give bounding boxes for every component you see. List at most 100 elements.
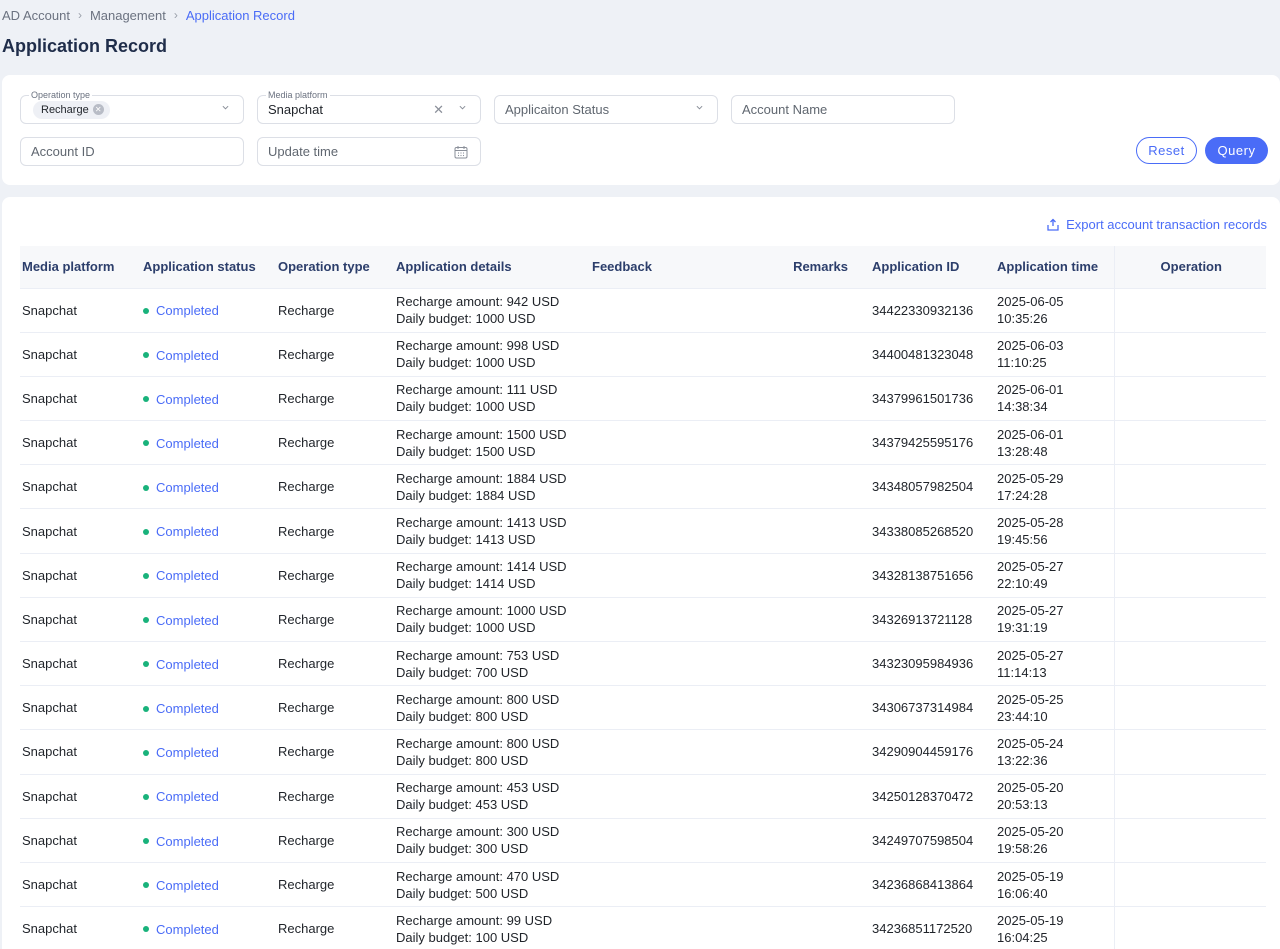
update-time-placeholder: Update time xyxy=(268,144,339,159)
calendar-icon xyxy=(454,146,468,159)
operation-type-select[interactable]: Operation type Recharge ✕ xyxy=(20,89,244,124)
column-header: Remarks xyxy=(710,246,870,289)
status-dot-icon xyxy=(143,484,149,491)
recharge-amount: Recharge amount: 300 USD xyxy=(396,824,560,840)
column-header: Application details xyxy=(394,246,590,289)
application-id-cell: 34400481323048 xyxy=(870,332,995,377)
operation-cell xyxy=(1113,420,1266,466)
recharge-amount: Recharge amount: 800 USD xyxy=(396,691,560,707)
update-time-picker[interactable]: Update time xyxy=(257,137,481,166)
application-details-cell: Recharge amount: 800 USD Daily budget: 80… xyxy=(394,729,590,775)
feedback-cell xyxy=(590,420,710,466)
status-cell: Completed xyxy=(141,464,276,510)
operation-type-tag-label: Recharge xyxy=(41,103,89,116)
status-label: Completed xyxy=(156,347,219,363)
remarks-cell xyxy=(710,641,870,687)
daily-budget: Daily budget: 1414 USD xyxy=(396,576,536,592)
operation-type-cell: Recharge xyxy=(276,641,394,687)
status-badge: Completed xyxy=(143,788,219,805)
status-label: Completed xyxy=(156,435,219,451)
feedback-cell xyxy=(590,288,710,333)
platform-cell: Snapchat xyxy=(20,464,141,510)
status-dot-icon xyxy=(143,749,149,756)
application-time-cell: 2025-05-27 22:10:49 xyxy=(995,553,1114,598)
media-platform-select[interactable]: Media platform Snapchat ✕ xyxy=(257,89,481,124)
status-badge: Completed xyxy=(143,567,219,584)
column-header: Application time xyxy=(995,246,1114,289)
breadcrumb-management[interactable]: Management xyxy=(90,8,166,23)
daily-budget: Daily budget: 800 USD xyxy=(396,708,529,724)
remarks-cell xyxy=(710,906,870,949)
account-id-input[interactable]: Account ID xyxy=(20,137,244,166)
daily-budget: Daily budget: 700 USD xyxy=(396,664,529,680)
chevron-down-icon xyxy=(696,105,703,110)
feedback-cell xyxy=(590,906,710,949)
status-badge: Completed xyxy=(143,435,219,452)
application-time-cell: 2025-05-28 19:45:56 xyxy=(995,508,1114,554)
column-header: Operation type xyxy=(276,246,394,289)
feedback-cell xyxy=(590,774,710,819)
daily-budget: Daily budget: 1413 USD xyxy=(396,532,536,548)
application-id-cell: 34249707598504 xyxy=(870,818,995,863)
status-dot-icon xyxy=(143,661,149,668)
table-header-row: Media platform Application status Operat… xyxy=(20,246,1266,289)
breadcrumb-ad-account[interactable]: AD Account xyxy=(2,8,70,23)
operation-type-tag: Recharge ✕ xyxy=(33,100,110,119)
operation-cell xyxy=(1113,685,1266,731)
export-records-link[interactable]: Export account transaction records xyxy=(1046,217,1267,232)
application-id-cell: 34323095984936 xyxy=(870,641,995,687)
operation-cell xyxy=(1113,774,1266,819)
reset-button[interactable]: Reset xyxy=(1136,137,1197,164)
status-label: Completed xyxy=(156,568,219,584)
status-badge: Completed xyxy=(143,391,219,408)
status-label: Completed xyxy=(156,656,219,672)
status-cell: Completed xyxy=(141,420,276,466)
status-dot-icon xyxy=(143,352,149,359)
application-id-cell: 34250128370472 xyxy=(870,774,995,819)
platform-cell: Snapchat xyxy=(20,862,141,908)
status-dot-icon xyxy=(143,307,149,314)
export-records-label: Export account transaction records xyxy=(1066,217,1267,232)
column-header: Operation xyxy=(1113,246,1266,289)
platform-cell: Snapchat xyxy=(20,729,141,775)
query-button[interactable]: Query xyxy=(1205,137,1268,164)
daily-budget: Daily budget: 1000 USD xyxy=(396,620,536,636)
recharge-amount: Recharge amount: 99 USD xyxy=(396,912,553,928)
application-status-select[interactable]: Applicaiton Status xyxy=(494,95,718,124)
remarks-cell xyxy=(710,729,870,775)
remarks-cell xyxy=(710,332,870,377)
platform-cell: Snapchat xyxy=(20,774,141,819)
records-table-card: Export account transaction records Media… xyxy=(2,197,1280,949)
feedback-cell xyxy=(590,818,710,863)
status-badge: Completed xyxy=(143,523,219,540)
daily-budget: Daily budget: 800 USD xyxy=(396,752,529,768)
table-row: Snapchat Completed Recharge Recharge amount… xyxy=(20,862,1266,908)
operation-cell xyxy=(1113,862,1266,908)
application-id-cell: 34422330932136 xyxy=(870,288,995,333)
application-time-cell: 2025-05-27 11:14:13 xyxy=(995,641,1114,687)
operation-type-cell: Recharge xyxy=(276,332,394,377)
platform-cell: Snapchat xyxy=(20,597,141,643)
recharge-amount: Recharge amount: 753 USD xyxy=(396,647,560,663)
clear-icon[interactable]: ✕ xyxy=(433,102,444,118)
tag-remove-icon[interactable]: ✕ xyxy=(92,104,104,115)
feedback-cell xyxy=(590,597,710,643)
status-label: Completed xyxy=(156,877,219,893)
application-id-cell: 34306737314984 xyxy=(870,685,995,731)
table-row: Snapchat Completed Recharge Recharge amount… xyxy=(20,464,1266,510)
status-cell: Completed xyxy=(141,332,276,377)
daily-budget: Daily budget: 1000 USD xyxy=(396,355,536,371)
status-cell: Completed xyxy=(141,862,276,908)
application-id-cell: 34328138751656 xyxy=(870,553,995,598)
status-label: Completed xyxy=(156,391,219,407)
status-label: Completed xyxy=(156,833,219,849)
application-details-cell: Recharge amount: 470 USD Daily budget: 50… xyxy=(394,862,590,908)
feedback-cell xyxy=(590,862,710,908)
operation-cell xyxy=(1113,376,1266,422)
application-details-cell: Recharge amount: 99 USD Daily budget: 100… xyxy=(394,906,590,949)
platform-cell: Snapchat xyxy=(20,332,141,377)
feedback-cell xyxy=(590,685,710,731)
account-name-input[interactable]: Account Name xyxy=(731,95,955,124)
status-dot-icon xyxy=(143,572,149,579)
status-label: Completed xyxy=(156,921,219,937)
